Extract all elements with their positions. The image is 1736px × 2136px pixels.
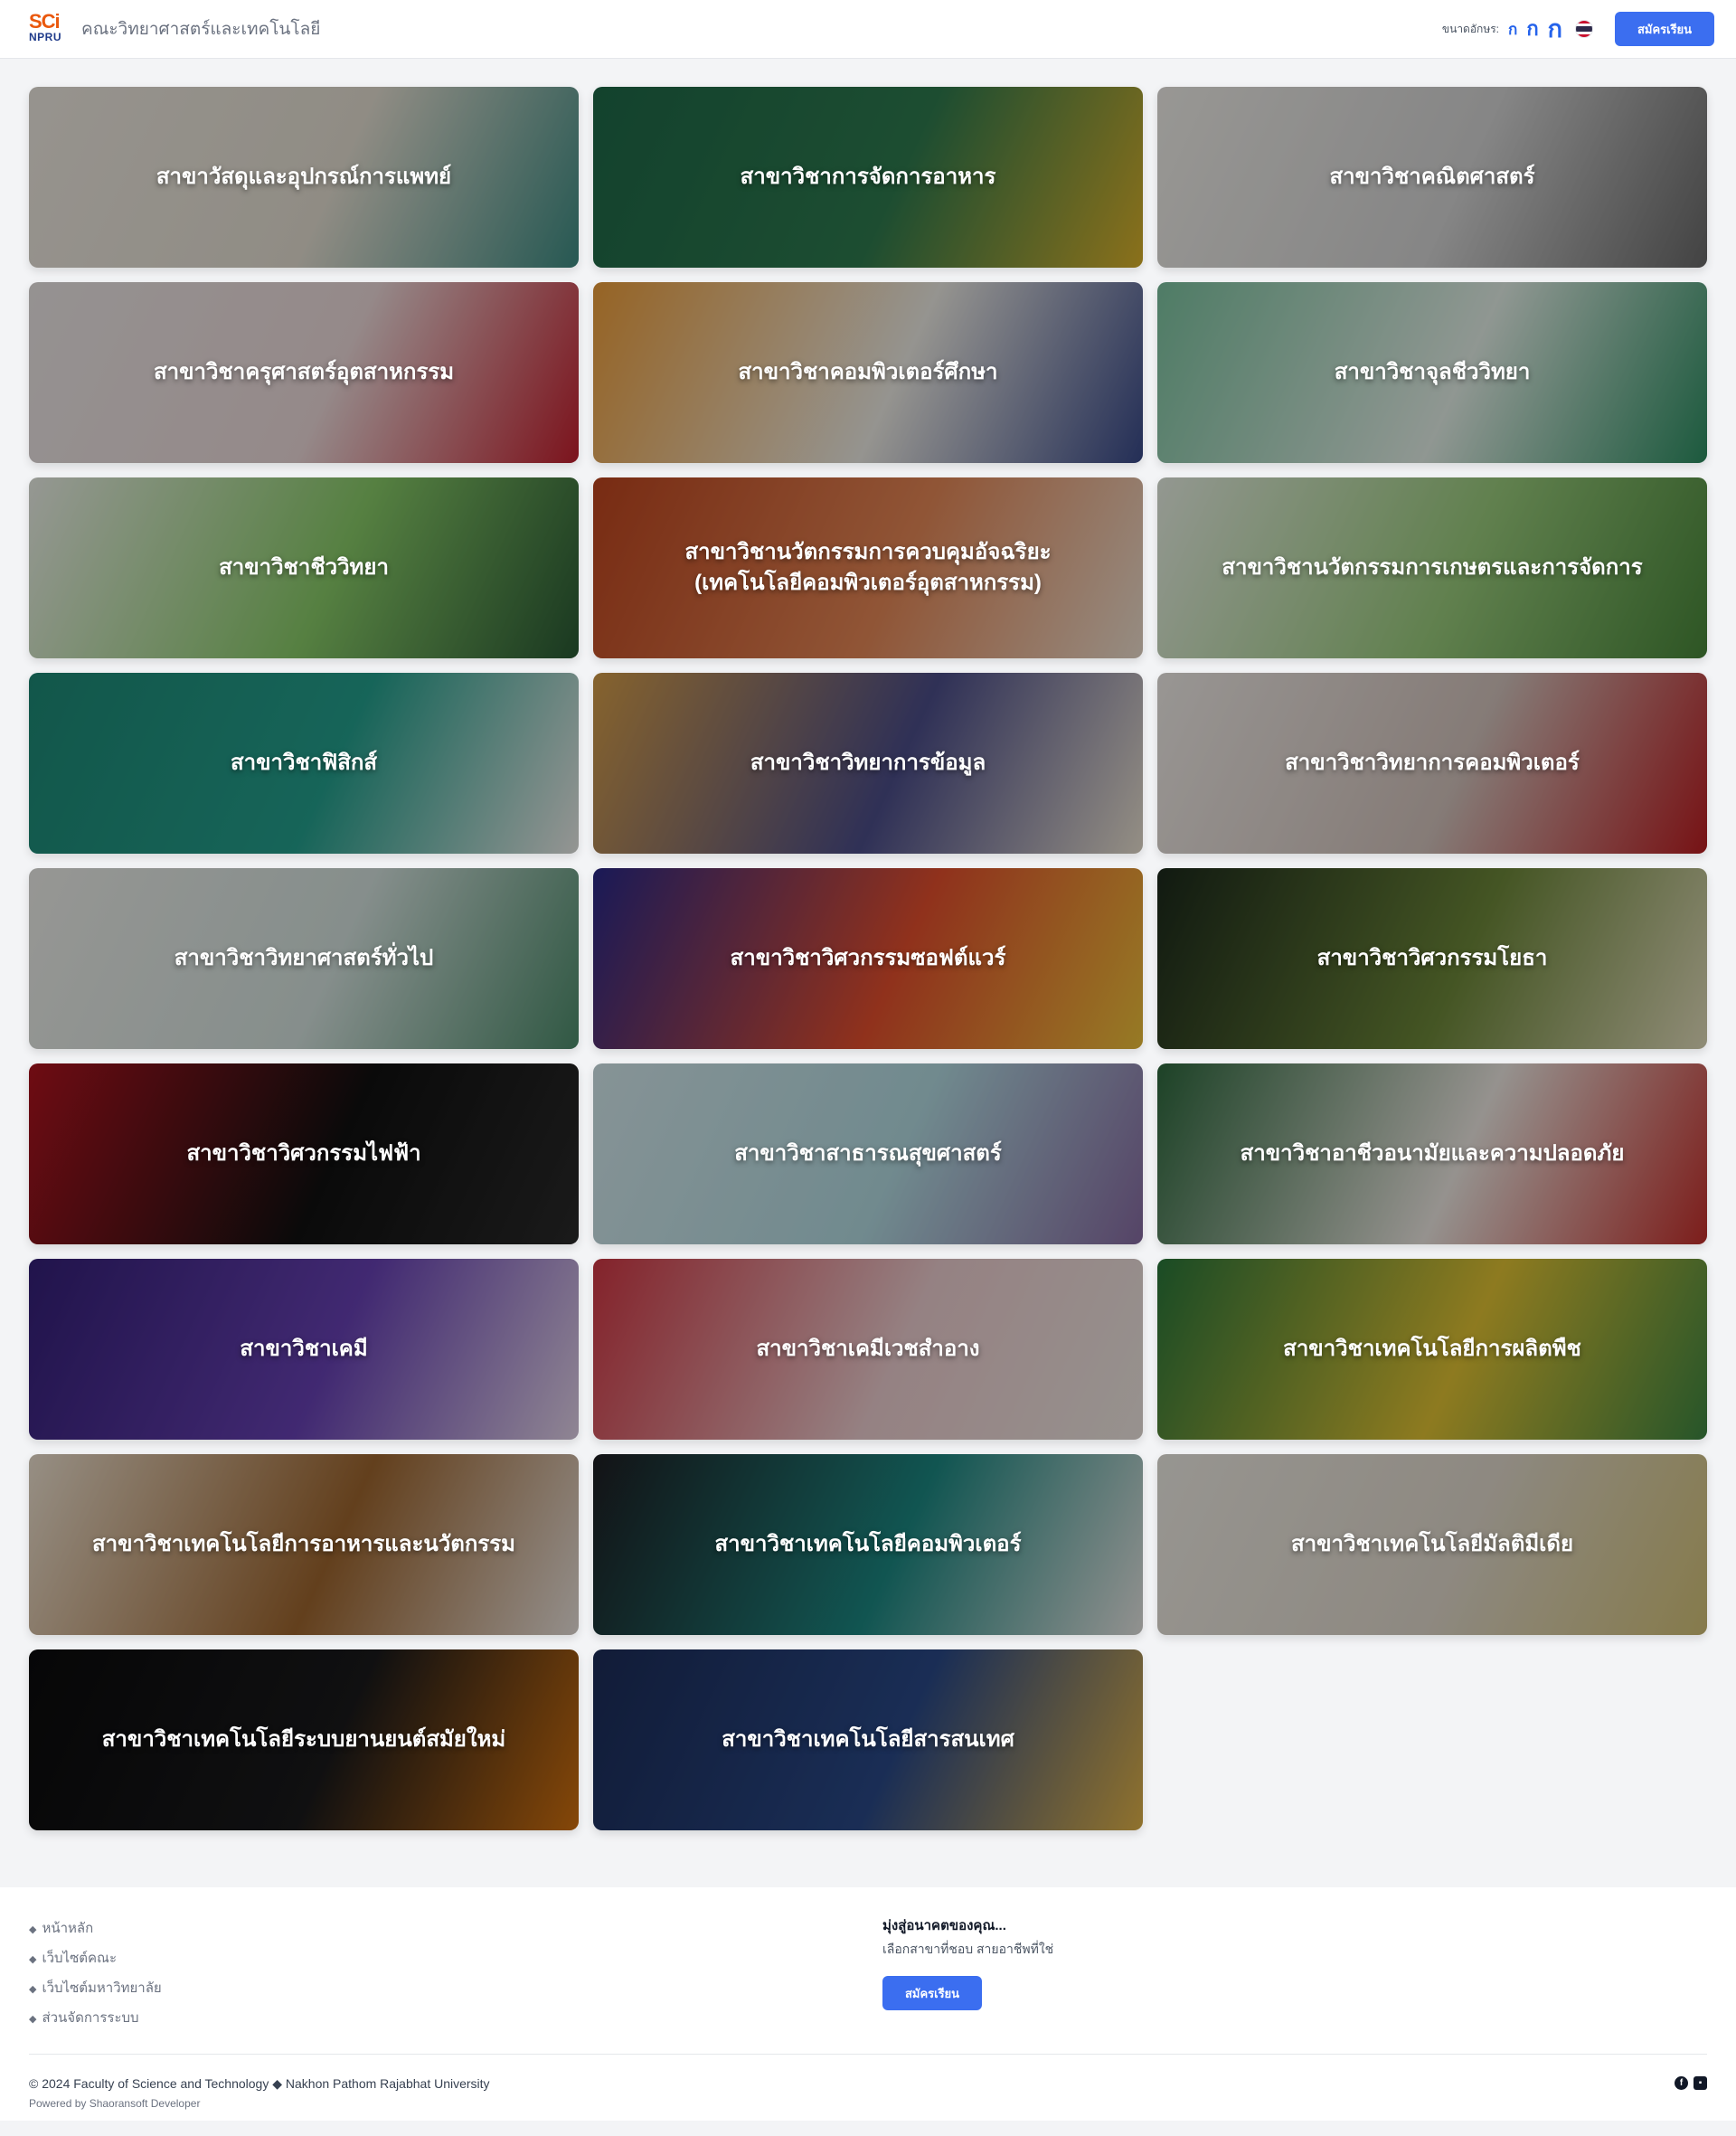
footer-link-faculty[interactable]: ◆ เว็บไซต์คณะ [29,1944,882,1974]
program-card-title: สาขาวิชาวิทยาการคอมพิวเตอร์ [1285,751,1580,776]
footer-link-label: เว็บไซต์มหาวิทยาลัย [42,1980,162,1996]
program-card-title: สาขาวิชานวัตกรรมการเกษตรและการจัดการ [1222,555,1643,581]
program-card-title: สาขาวิชาวิศวกรรมโยธา [1316,946,1548,971]
social-links: f ▪ [1675,2076,1707,2090]
program-card-title: สาขาวิชานวัตกรรมการควบคุมอัจฉริยะ (เทคโน… [684,540,1052,595]
logo-text-top: SCi [29,10,61,33]
footer-cta: มุ่งสู่อนาคตของคุณ... เลือกสาขาที่ชอบ สา… [882,1914,1053,2034]
diamond-icon: ◆ [29,1924,37,1935]
program-card-title: สาขาวิชาการจัดการอาหาร [740,165,996,190]
facebook-icon[interactable]: f [1675,2076,1688,2090]
program-card[interactable]: สาขาวิชาเทคโนโลยีการอาหารและนวัตกรรม [29,1454,579,1635]
program-card[interactable]: สาขาวิชาวิศวกรรมซอฟต์แวร์ [593,868,1143,1049]
top-navbar: SCi NPRU คณะวิทยาศาสตร์และเทคโนโลยี ขนาด… [0,0,1736,59]
footer: ◆ หน้าหลัก ◆ เว็บไซต์คณะ ◆ เว็บไซต์มหาวิทยา… [0,1887,1736,2121]
program-card-title: สาขาวิชาคณิตศาสตร์ [1329,165,1535,190]
footer-top: ◆ หน้าหลัก ◆ เว็บไซต์คณะ ◆ เว็บไซต์มหาวิทยา… [29,1914,1707,2055]
footer-bottom: © 2024 Faculty of Science and Technology… [29,2055,1707,2110]
font-size-small-button[interactable]: ก [1508,22,1517,37]
program-card[interactable]: สาขาวิชาฟิสิกส์ [29,673,579,854]
program-card-title: สาขาวิชาเคมีเวชสำอาง [756,1337,980,1362]
program-card-title: สาขาวิชาสาธารณสุขศาสตร์ [734,1141,1002,1167]
program-card-title: สาขาวิชาเทคโนโลยีมัลติมีเดีย [1290,1532,1574,1557]
copyright-text: © 2024 Faculty of Science and Technology… [29,2076,490,2091]
footer-link-admin[interactable]: ◆ ส่วนจัดการระบบ [29,2004,882,2034]
program-card-title: สาขาวิชาวิทยาศาสตร์ทั่วไป [174,946,434,971]
footer-link-label: เว็บไซต์คณะ [42,1951,118,1966]
program-card-title: สาขาวิชาชีววิทยา [219,555,389,581]
program-card[interactable]: สาขาวิชาวิศวกรรมโยธา [1157,868,1707,1049]
program-card[interactable]: สาขาวิชานวัตกรรมการเกษตรและการจัดการ [1157,477,1707,658]
program-card[interactable]: สาขาวิชาวิทยาการข้อมูล [593,673,1143,854]
program-card-title: สาขาวิชาเทคโนโลยีระบบยานยนต์สมัยใหม่ [101,1727,506,1753]
cta-heading: มุ่งสู่อนาคตของคุณ... [882,1918,1006,1933]
diamond-icon: ◆ [29,1984,37,1995]
program-card[interactable]: สาขาวิชาเทคโนโลยีคอมพิวเตอร์ [593,1454,1143,1635]
program-card-title: สาขาวิชาเทคโนโลยีสารสนเทศ [722,1727,1014,1753]
program-grid: สาขาวัสดุและอุปกรณ์การแพทย์ สาขาวิชาการจั… [0,59,1736,1830]
footer-links: ◆ หน้าหลัก ◆ เว็บไซต์คณะ ◆ เว็บไซต์มหาวิทยา… [29,1914,882,2034]
program-card-title: สาขาวิชาเทคโนโลยีการผลิตพืช [1283,1337,1581,1362]
program-card[interactable]: สาขาวิชาเทคโนโลยีสารสนเทศ [593,1649,1143,1830]
program-card-title: สาขาวิชาคอมพิวเตอร์ศึกษา [738,360,998,385]
powered-by-text: Powered by Shaoransoft Developer [29,2097,201,2110]
program-card-title: สาขาวิชาเทคโนโลยีการอาหารและนวัตกรรม [92,1532,515,1557]
program-card[interactable]: สาขาวิชาวิทยาศาสตร์ทั่วไป [29,868,579,1049]
diamond-icon: ◆ [29,1954,37,1965]
program-card[interactable]: สาขาวิชาคอมพิวเตอร์ศึกษา [593,282,1143,463]
program-card[interactable]: สาขาวิชาสาธารณสุขศาสตร์ [593,1063,1143,1244]
program-card-title: สาขาวิชาเทคโนโลยีคอมพิวเตอร์ [714,1532,1022,1557]
chat-icon[interactable]: ▪ [1694,2076,1707,2090]
thai-flag-icon[interactable] [1575,20,1593,38]
font-size-label: ขนาดอักษร: [1441,22,1500,35]
header-tools: ขนาดอักษร: ก ก ก สมัครเรียน [1442,12,1714,46]
program-card[interactable]: สาขาวิชาครุศาสตร์อุตสาหกรรม [29,282,579,463]
faculty-logo[interactable]: SCi NPRU [29,12,69,46]
program-card[interactable]: สาขาวิชาชีววิทยา [29,477,579,658]
diamond-icon: ◆ [29,2014,37,2025]
program-card[interactable]: สาขาวิชาอาชีวอนามัยและความปลอดภัย [1157,1063,1707,1244]
font-size-large-button[interactable]: ก [1548,16,1562,42]
footer-link-university[interactable]: ◆ เว็บไซต์มหาวิทยาลัย [29,1974,882,2004]
logo-text-bottom: NPRU [29,31,62,43]
program-card-title: สาขาวิชาวิทยาการข้อมูล [750,751,986,776]
program-card[interactable]: สาขาวิชาเทคโนโลยีมัลติมีเดีย [1157,1454,1707,1635]
program-card[interactable]: สาขาวิชานวัตกรรมการควบคุมอัจฉริยะ (เทคโน… [593,477,1143,658]
program-card[interactable]: สาขาวิชาคณิตศาสตร์ [1157,87,1707,268]
program-card-title: สาขาวิชาจุลชีววิทยา [1334,360,1531,385]
program-card[interactable]: สาขาวิชาวิศวกรรมไฟฟ้า [29,1063,579,1244]
program-card-title: สาขาวิชาวิศวกรรมไฟฟ้า [186,1141,421,1167]
program-card-title: สาขาวัสดุและอุปกรณ์การแพทย์ [156,165,452,190]
brand[interactable]: SCi NPRU คณะวิทยาศาสตร์และเทคโนโลยี [29,12,320,46]
program-card[interactable]: สาขาวิชาการจัดการอาหาร [593,87,1143,268]
font-size-medium-button[interactable]: ก [1526,19,1538,39]
apply-button[interactable]: สมัครเรียน [1615,12,1714,46]
program-card[interactable]: สาขาวิชาเทคโนโลยีการผลิตพืช [1157,1259,1707,1440]
program-card-title: สาขาวิชาวิศวกรรมซอฟต์แวร์ [730,946,1006,971]
program-card[interactable]: สาขาวิชาเคมี [29,1259,579,1440]
footer-link-label: ส่วนจัดการระบบ [42,2010,139,2026]
cta-text: เลือกสาขาที่ชอบ สายอาชีพที่ใช่ [882,1942,1054,1956]
site-title: คณะวิทยาศาสตร์และเทคโนโลยี [81,20,321,39]
footer-link-label: หน้าหลัก [42,1921,94,1936]
program-card-title: สาขาวิชาอาชีวอนามัยและความปลอดภัย [1240,1141,1625,1167]
program-card[interactable]: สาขาวิชาเทคโนโลยีระบบยานยนต์สมัยใหม่ [29,1649,579,1830]
program-card[interactable]: สาขาวัสดุและอุปกรณ์การแพทย์ [29,87,579,268]
program-card-title: สาขาวิชาเคมี [240,1337,368,1362]
program-card[interactable]: สาขาวิชาเคมีเวชสำอาง [593,1259,1143,1440]
footer-apply-button[interactable]: สมัครเรียน [882,1976,982,2010]
program-card-title: สาขาวิชาครุศาสตร์อุตสาหกรรม [153,360,455,385]
footer-link-home[interactable]: ◆ หน้าหลัก [29,1914,882,1944]
program-card[interactable]: สาขาวิชาวิทยาการคอมพิวเตอร์ [1157,673,1707,854]
program-card-title: สาขาวิชาฟิสิกส์ [230,751,378,776]
program-card[interactable]: สาขาวิชาจุลชีววิทยา [1157,282,1707,463]
